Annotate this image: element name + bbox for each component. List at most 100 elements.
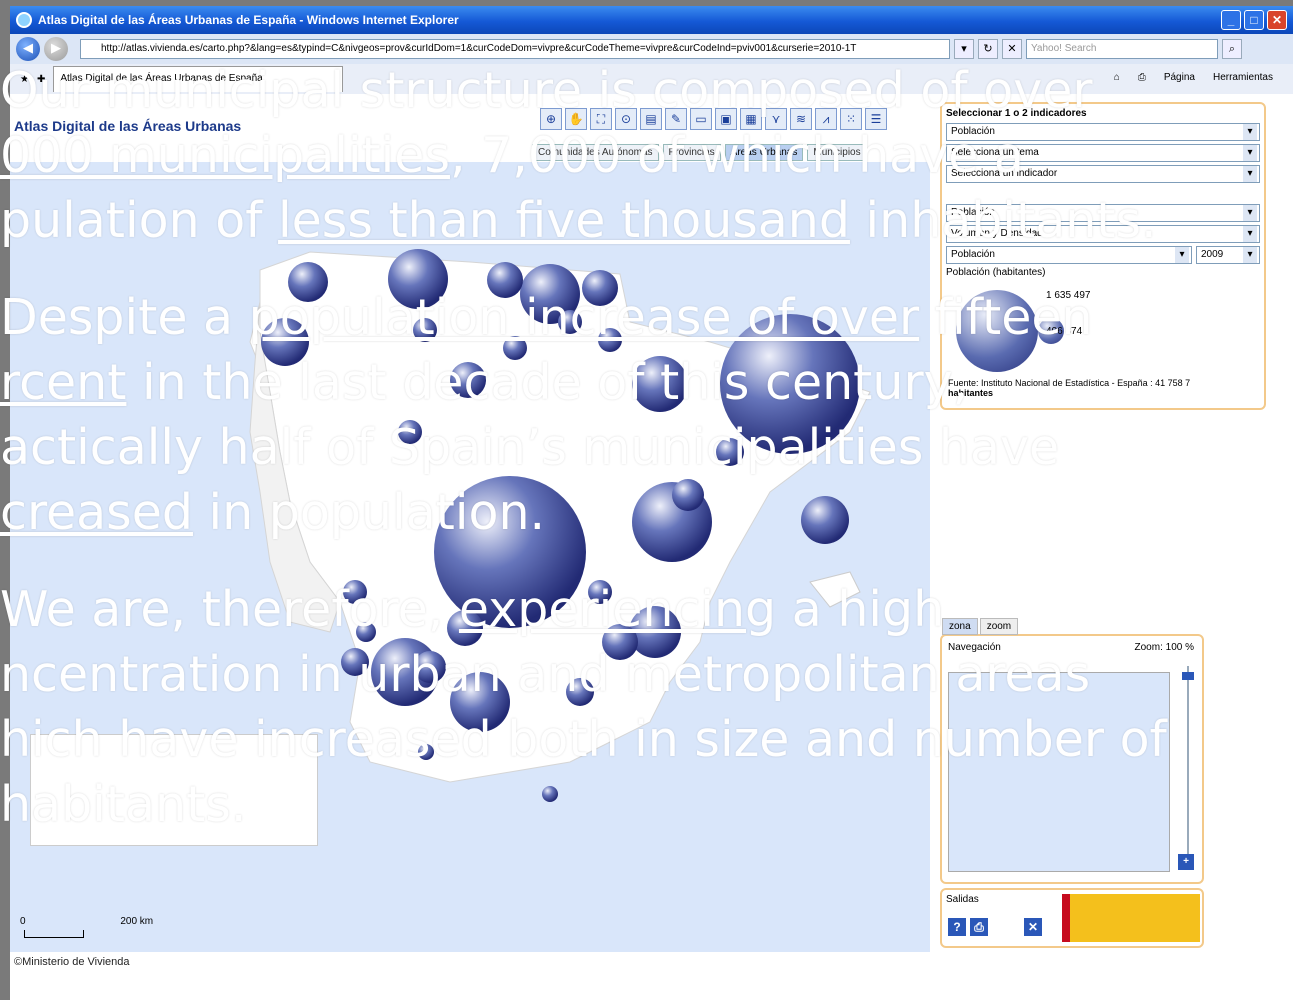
bubble-granada[interactable] [447, 610, 483, 646]
window-title: Atlas Digital de las Áreas Urbanas de Es… [38, 13, 459, 27]
favorites-bar: ★ ✚ Atlas Digital de las Áreas Urbanas d… [10, 64, 1293, 94]
tab-zona[interactable]: zona [942, 618, 978, 635]
map-canvas[interactable] [10, 162, 930, 952]
bubble-murcia[interactable] [602, 624, 638, 660]
bubble-valladolid[interactable] [450, 362, 486, 398]
bubble-leon[interactable] [413, 318, 437, 342]
bubble-alicante[interactable] [629, 606, 681, 658]
bubble-vigo[interactable] [261, 318, 309, 366]
bubble-donostia[interactable] [582, 270, 618, 306]
print-icon[interactable]: ⎙ [1138, 72, 1146, 83]
mallorca-shape [809, 571, 861, 608]
year-select[interactable]: 2009 [1196, 246, 1260, 264]
zoom-panel: zona zoom Navegación Zoom: 100 % + [940, 618, 1204, 884]
grid-icon[interactable]: ⁙ [840, 108, 862, 130]
zoom-tabs: zona zoom [942, 618, 1019, 635]
graph-icon[interactable]: ⩘ [815, 108, 837, 130]
bubble-burgos[interactable] [503, 336, 527, 360]
overview-map[interactable] [948, 672, 1170, 872]
close-button[interactable]: ✕ [1267, 10, 1287, 30]
source-text: Fuente: Instituto Nacional de Estadístic… [948, 378, 1258, 398]
tools-menu[interactable]: Herramientas [1213, 72, 1273, 83]
theme-icon[interactable]: ≋ [790, 108, 812, 130]
search-input[interactable]: Yahoo! Search [1026, 39, 1218, 59]
minimize-button[interactable]: _ [1221, 10, 1241, 30]
close-output-button[interactable]: ✕ [1024, 918, 1042, 936]
zoom-plus-button[interactable]: + [1178, 854, 1194, 870]
bubble-zaragoza[interactable] [632, 356, 688, 412]
print-button[interactable]: ⎙ [970, 918, 988, 936]
folder-icon[interactable]: ▭ [690, 108, 712, 130]
tab-municipios[interactable]: Municipios [807, 144, 867, 161]
tab-provincias[interactable]: Provincias [662, 144, 721, 161]
indicator-select-3[interactable]: Población [946, 246, 1192, 264]
bubble-vitoria[interactable] [558, 310, 582, 334]
refresh-button[interactable]: ↻ [978, 39, 998, 59]
zoom-slider[interactable] [1182, 666, 1194, 866]
home-icon[interactable]: ⌂ [1114, 72, 1120, 83]
url-dropdown-button[interactable]: ▾ [954, 39, 974, 59]
tab-comunidades[interactable]: Comunidades Autónomas [532, 144, 659, 161]
zoom-level-text: Zoom: 100 % [1134, 642, 1194, 653]
bubble-santander[interactable] [487, 262, 523, 298]
full-extent-icon[interactable]: ⛶ [590, 108, 612, 130]
browser-tab[interactable]: Atlas Digital de las Áreas Urbanas de Es… [53, 66, 344, 92]
add-favorite-icon[interactable]: ✚ [37, 74, 45, 85]
zoom-knob[interactable] [1182, 672, 1194, 680]
indicator-select-2[interactable]: Selecciona un indicador [946, 165, 1260, 183]
panel-header: Seleccionar 1 o 2 indicadores [946, 108, 1087, 119]
stop-button[interactable]: ✕ [1002, 39, 1022, 59]
binoculars-icon[interactable]: ⊙ [615, 108, 637, 130]
tab-zoom[interactable]: zoom [979, 618, 1019, 635]
layers-icon[interactable]: ▤ [640, 108, 662, 130]
maximize-button[interactable]: □ [1244, 10, 1264, 30]
legend-large-bubble [956, 290, 1038, 372]
bubble-cordoba[interactable] [414, 651, 446, 683]
help-button[interactable]: ? [948, 918, 966, 936]
bubble-melilla[interactable] [542, 786, 558, 802]
legend-icon[interactable]: ☰ [865, 108, 887, 130]
bubble-mallorca[interactable] [801, 496, 849, 544]
theme-select[interactable]: Selecciona un tema [946, 144, 1260, 162]
bubble-malaga[interactable] [450, 672, 510, 732]
bubble-cadiz[interactable] [341, 648, 369, 676]
source-line: Fuente: Instituto Nacional de Estadístic… [948, 378, 1191, 388]
bubble-coruna[interactable] [288, 262, 328, 302]
favorites-star-icon[interactable]: ★ [20, 74, 29, 85]
edit-icon[interactable]: ✎ [665, 108, 687, 130]
indicator-select-1[interactable]: Población [946, 123, 1260, 141]
save-icon[interactable]: ▣ [715, 108, 737, 130]
scale-zero: 0 [20, 916, 26, 927]
forward-button[interactable]: ▶ [44, 37, 68, 61]
pan-hand-icon[interactable]: ✋ [565, 108, 587, 130]
bubble-ceuta[interactable] [418, 744, 434, 760]
bubble-tarragona[interactable] [716, 438, 744, 466]
bubble-albacete[interactable] [588, 580, 612, 604]
map-toolbar: ⊕ ✋ ⛶ ⊙ ▤ ✎ ▭ ▣ ▦ ⋎ ≋ ⩘ ⁙ ☰ [540, 108, 887, 130]
chart-icon[interactable]: ⋎ [765, 108, 787, 130]
bubble-salamanca[interactable] [398, 420, 422, 444]
bubble-barcelona[interactable] [720, 314, 860, 454]
bubble-almeria[interactable] [566, 678, 594, 706]
legend-value-2: 406 874 [1046, 326, 1083, 337]
bubble-asturias[interactable] [388, 249, 448, 309]
search-button[interactable]: ⌕ [1222, 39, 1242, 59]
legend-value-1: 1 635 497 [1046, 290, 1091, 301]
bubble-madrid[interactable] [434, 476, 586, 628]
subtheme-select[interactable]: Volumen y Densidad [946, 225, 1260, 243]
bubble-pamplona[interactable] [598, 328, 622, 352]
back-button[interactable]: ◀ [16, 37, 40, 61]
source-unit: habitantes [948, 388, 994, 398]
zoom-in-icon[interactable]: ⊕ [540, 108, 562, 130]
bubble-badajoz[interactable] [343, 580, 367, 604]
url-input[interactable]: http://atlas.vivienda.es/carto.php?&lang… [80, 39, 950, 59]
bubble-huelva[interactable] [356, 622, 376, 642]
canary-islands-inset [30, 734, 318, 846]
window-titlebar: Atlas Digital de las Áreas Urbanas de Es… [10, 6, 1293, 34]
tab-areas-urbanas[interactable]: Áreas Urbanas [724, 144, 804, 161]
bubble-castellon[interactable] [672, 479, 704, 511]
scale-max: 200 km [120, 916, 154, 927]
page-menu[interactable]: Página [1164, 72, 1195, 83]
domain-select[interactable]: Población [946, 204, 1260, 222]
table-icon[interactable]: ▦ [740, 108, 762, 130]
